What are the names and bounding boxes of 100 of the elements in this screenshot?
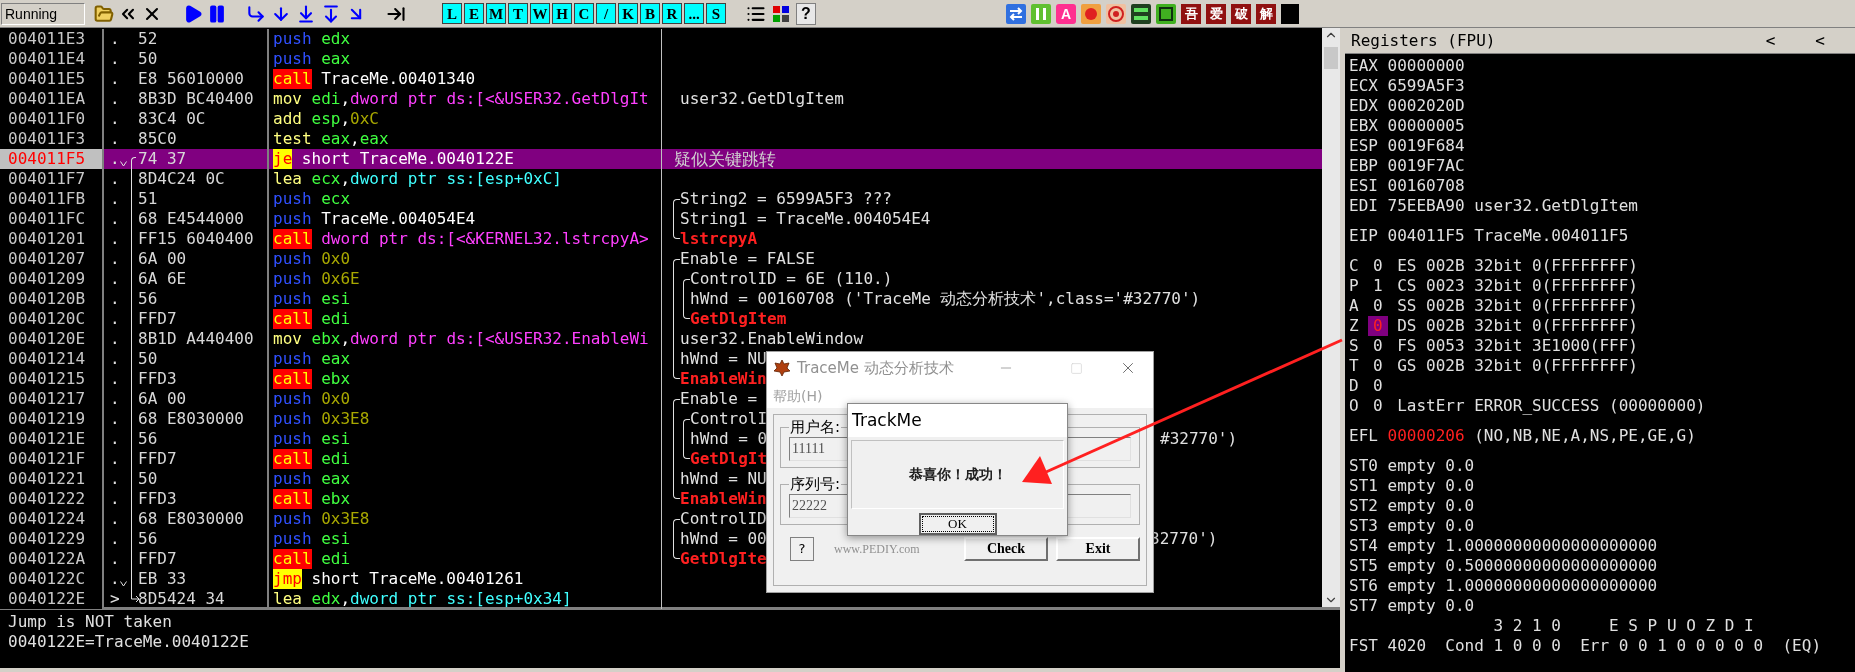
operands: eax,eax xyxy=(321,129,389,149)
comment-text: hWnd = NU xyxy=(680,349,767,368)
info-text: 0040122E=TraceMe.0040122E xyxy=(8,632,250,652)
comment-text: Enable = FALSE xyxy=(680,249,815,268)
window-shortcut-button[interactable]: T xyxy=(508,3,528,24)
scrollbar[interactable] xyxy=(1322,28,1340,607)
mnemonic: push xyxy=(273,249,312,269)
mnemonic: push xyxy=(273,189,312,209)
window-shortcut-button[interactable]: R xyxy=(662,3,682,24)
operands: eax xyxy=(321,469,351,489)
plugin-button[interactable]: 解 xyxy=(1256,3,1276,24)
register-name: ESP xyxy=(1349,136,1379,156)
hex-bytes: 6A 00 xyxy=(138,249,187,268)
mnemonic: push xyxy=(273,389,312,409)
fpu-state: empty xyxy=(1387,476,1437,496)
comment-text: EnableWin xyxy=(680,489,767,508)
operands: 0x3E8 xyxy=(321,509,370,529)
mnemonic: call xyxy=(273,549,312,569)
mnemonic: push xyxy=(273,429,312,449)
window-shortcut-button[interactable]: ... xyxy=(684,3,704,24)
record-icon[interactable] xyxy=(1081,3,1101,24)
marker-text: . xyxy=(110,509,120,529)
window-shortcut-button[interactable]: C xyxy=(574,3,594,24)
window-shortcut-button[interactable]: H xyxy=(552,3,572,24)
comment-text: hWnd = 00 xyxy=(680,529,767,548)
help-button[interactable]: ? xyxy=(790,537,814,561)
grid-icon[interactable] xyxy=(771,3,791,24)
register-name: EAX xyxy=(1349,56,1379,76)
operands: edx,dword ptr ss:[esp+0x34] xyxy=(311,589,572,609)
ok-button[interactable]: OK xyxy=(918,513,997,535)
code-row[interactable]: 00401201 . FF15 6040400 call dword ptr ds:[<&KERNEL32.lstrcpyA> lstrcpyA xyxy=(0,229,1322,249)
flag-name: C xyxy=(1349,256,1360,276)
nav-button[interactable]: < xyxy=(1765,30,1776,51)
flag-value[interactable]: 0 xyxy=(1368,256,1388,276)
marker-text: . xyxy=(110,209,120,229)
plugin-button[interactable]: 破 xyxy=(1231,3,1251,24)
trace-over-icon[interactable] xyxy=(321,3,341,24)
pause-icon[interactable] xyxy=(207,3,227,24)
register-name: ST7 xyxy=(1349,596,1379,616)
dialog-button[interactable]: Check xyxy=(964,537,1048,561)
step-into-icon[interactable] xyxy=(246,3,266,24)
plugin-button[interactable]: 吾 xyxy=(1181,3,1201,24)
target-icon[interactable] xyxy=(1106,3,1126,24)
flag-value[interactable]: 0 xyxy=(1368,296,1388,316)
play-icon[interactable] xyxy=(183,3,203,24)
window-icon[interactable] xyxy=(1156,3,1176,24)
window-shortcut-button[interactable]: L xyxy=(442,3,462,24)
comment-text: user32.GetDlgItem xyxy=(680,89,844,108)
hex-bytes: FFD3 xyxy=(138,369,177,388)
window-shortcut-button[interactable]: B xyxy=(640,3,660,24)
mnemonic: je xyxy=(273,149,293,169)
comment-text: ControlID xyxy=(680,509,767,528)
window-shortcut-button[interactable]: S xyxy=(706,3,726,24)
flag-value[interactable]: 0 xyxy=(1368,376,1388,396)
window-shortcut-button[interactable]: M xyxy=(486,3,506,24)
fpu-state: empty xyxy=(1387,596,1437,616)
flag-value[interactable]: 0 xyxy=(1368,336,1388,356)
marker-text: . xyxy=(110,289,120,309)
mnemonic: lea xyxy=(273,589,302,609)
code-row[interactable]: 0040122C . EB 33 jmp short TraceMe.00401261 xyxy=(0,569,1322,589)
flag-name: T xyxy=(1349,356,1360,376)
open-folder-icon[interactable] xyxy=(94,3,114,24)
flag-value[interactable]: 0 xyxy=(1368,356,1388,376)
register-name: EDI xyxy=(1349,196,1379,216)
flag-value[interactable]: 0 xyxy=(1368,396,1388,416)
operands: edi xyxy=(321,449,351,469)
hex-bytes: 50 xyxy=(138,469,158,488)
register-value: 0.0 xyxy=(1445,496,1475,516)
window-shortcut-button[interactable]: K xyxy=(618,3,638,24)
window-shortcut-button[interactable]: E xyxy=(464,3,484,24)
binary-icon[interactable] xyxy=(1131,3,1151,24)
register-comment: TraceMe.004011F5 xyxy=(1474,226,1629,246)
flag-name: Z xyxy=(1349,316,1360,336)
window-shortcut-button[interactable]: W xyxy=(530,3,550,24)
nav-button[interactable]: < xyxy=(1815,30,1825,51)
flag-value[interactable]: 1 xyxy=(1368,276,1388,296)
hex-bytes: FFD3 xyxy=(138,489,177,508)
code-row[interactable]: 0040120C . FFD7 call edi GetDlgItem xyxy=(0,309,1322,329)
window-shortcut-button[interactable]: / xyxy=(596,3,616,24)
flag-detail: ES 002B 32bit 0(FFFFFFFF) xyxy=(1397,256,1638,276)
code-row[interactable]: 004011F5 . 74 37 je short TraceMe.0040122E 疑似关键跳转 xyxy=(0,149,1322,169)
mnemonic: push xyxy=(273,289,312,309)
scroll-thumb[interactable] xyxy=(1324,46,1338,69)
comment-text: user32.EnableWindow xyxy=(680,329,864,348)
register-value: 00160708 xyxy=(1387,176,1466,196)
code-row[interactable]: 004011E5 . E8 56010000 call TraceMe.00401340 xyxy=(0,69,1322,89)
trace-into-icon[interactable] xyxy=(296,3,316,24)
hex-bytes: 68 E4544000 xyxy=(138,209,244,228)
plugin-button[interactable]: 爱 xyxy=(1206,3,1226,24)
help-button[interactable]: ? xyxy=(796,2,816,25)
operands: eax xyxy=(321,49,351,69)
register-value: 0.0 xyxy=(1445,456,1475,476)
hex-bytes: 85C0 xyxy=(138,129,177,148)
group-label: 用户名: xyxy=(789,417,842,437)
mnemonic: lea xyxy=(273,169,302,189)
mnemonic: call xyxy=(273,489,312,509)
operands: edi xyxy=(321,549,351,569)
swap-arrows-icon[interactable] xyxy=(1006,3,1026,24)
marker-text: . xyxy=(110,489,120,509)
dialog-button[interactable]: Exit xyxy=(1056,537,1140,561)
